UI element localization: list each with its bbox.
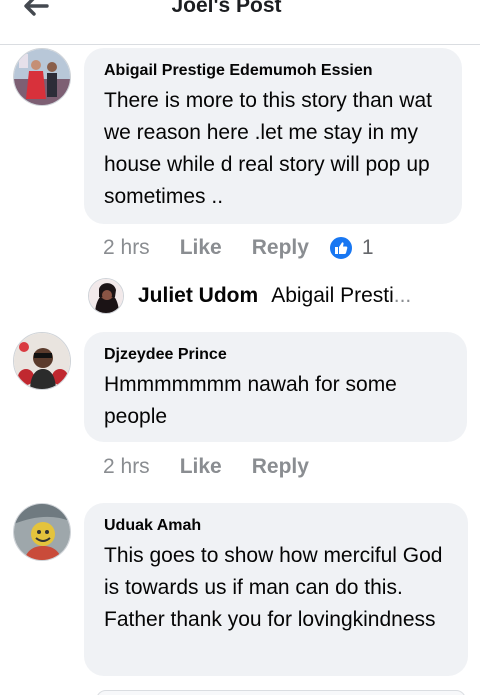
avatar-abigail[interactable] [13,48,71,106]
comment-text: This goes to show how merciful God is to… [104,544,443,631]
comment-text: Hmmmmmmm nawah for some people [104,373,397,428]
reply-preview[interactable]: Juliet Udom Abigail Presti ... [88,278,411,314]
comment-actions: 2 hrs Like Reply 1 [103,236,374,260]
page-title: Joel's Post [171,0,282,17]
reply-author[interactable]: Juliet Udom [138,284,258,308]
avatar-uduak[interactable] [13,503,71,561]
comment-text: There is more to this story than wat we … [104,89,432,208]
comment-actions: 2 hrs Like Reply [103,455,309,479]
like-button[interactable]: Like [180,236,222,260]
comment-bubble[interactable]: Abigail Prestige Edemumoh Essien There i… [84,48,462,224]
reply-ellipsis: ... [393,284,412,307]
comment-author[interactable]: Djzeydee Prince [104,346,449,364]
avatar-juliet[interactable] [88,278,124,314]
comment-timestamp[interactable]: 2 hrs [103,455,150,479]
comment-bubble[interactable]: Uduak Amah This goes to show how mercifu… [84,503,468,676]
avatar-djzeydee[interactable] [13,332,71,390]
reaction-count[interactable]: 1 [362,236,374,260]
thumbs-up-icon[interactable] [328,236,353,260]
comment-author[interactable]: Abigail Prestige Edemumoh Essien [104,62,444,80]
comment-author[interactable]: Uduak Amah [104,517,450,535]
comment-bubble[interactable]: Djzeydee Prince Hmmmmmmm nawah for some … [84,332,467,442]
reply-button[interactable]: Reply [252,455,309,479]
next-comment-bubble[interactable] [96,690,466,695]
comment-timestamp[interactable]: 2 hrs [103,236,150,260]
reply-button[interactable]: Reply [252,236,309,260]
top-bar: Joel's Post [0,0,480,45]
reply-snippet: Abigail Presti [271,284,394,307]
like-button[interactable]: Like [180,455,222,479]
